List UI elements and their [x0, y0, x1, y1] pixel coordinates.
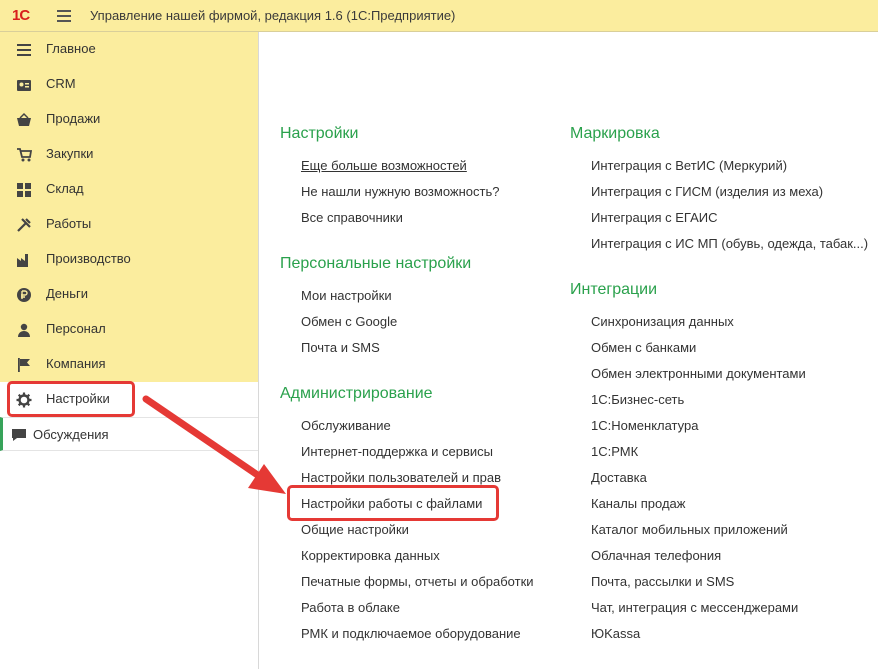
- sidebar-item-label: Деньги: [46, 286, 88, 301]
- link-mail-sms[interactable]: Почта и SMS: [301, 340, 380, 355]
- sidebar-item-works[interactable]: Работы: [0, 207, 258, 242]
- link-cloud-work[interactable]: Работа в облаке: [301, 600, 400, 615]
- title-bar: 1С Управление нашей фирмой, редакция 1.6…: [0, 0, 878, 32]
- link-more-features[interactable]: Еще больше возможностей: [301, 158, 467, 173]
- sidebar-item-production[interactable]: Производство: [0, 242, 258, 277]
- sidebar-item-sales[interactable]: Продажи: [0, 102, 258, 137]
- link-my-settings[interactable]: Мои настройки: [301, 288, 392, 303]
- sidebar-item-label: Производство: [46, 251, 131, 266]
- link-sales-channels[interactable]: Каналы продаж: [591, 496, 685, 511]
- sidebar-empty-area: [0, 451, 258, 669]
- sidebar-item-label: Персонал: [46, 321, 106, 336]
- link-yookassa[interactable]: ЮKassa: [591, 626, 640, 641]
- file-settings-highlight-box: [287, 485, 499, 521]
- link-egais[interactable]: Интеграция с ЕГАИС: [591, 210, 717, 225]
- link-is-mp[interactable]: Интеграция с ИС МП (обувь, одежда, табак…: [591, 236, 868, 251]
- link-business-network[interactable]: 1С:Бизнес-сеть: [591, 392, 684, 407]
- link-maintenance[interactable]: Обслуживание: [301, 418, 391, 433]
- link-delivery[interactable]: Доставка: [591, 470, 647, 485]
- main-menu-icon[interactable]: [57, 10, 71, 22]
- section-title-integrations: Интеграции: [570, 281, 658, 298]
- link-data-correction[interactable]: Корректировка данных: [301, 548, 440, 563]
- sidebar-item-crm[interactable]: CRM: [0, 67, 258, 102]
- sidebar-item-main[interactable]: Главное: [0, 32, 258, 67]
- sidebar-item-company[interactable]: Компания: [0, 347, 258, 382]
- link-rmk[interactable]: 1С:РМК: [591, 444, 638, 459]
- link-gism[interactable]: Интеграция с ГИСМ (изделия из меха): [591, 184, 823, 199]
- window-title: Управление нашей фирмой, редакция 1.6 (1…: [90, 8, 456, 23]
- section-title-settings: Настройки: [280, 125, 359, 142]
- sidebar-item-warehouse[interactable]: Склад: [0, 172, 258, 207]
- sidebar-item-money[interactable]: Деньги: [0, 277, 258, 312]
- link-print-forms[interactable]: Печатные формы, отчеты и обработки: [301, 574, 534, 589]
- basket-icon: [17, 112, 31, 126]
- link-data-sync[interactable]: Синхронизация данных: [591, 314, 734, 329]
- link-internet-support[interactable]: Интернет-поддержка и сервисы: [301, 444, 493, 459]
- section-title-personal-settings: Персональные настройки: [280, 255, 472, 272]
- link-user-rights[interactable]: Настройки пользователей и прав: [301, 470, 501, 485]
- sidebar-item-label: CRM: [46, 76, 76, 91]
- link-edi[interactable]: Обмен электронными документами: [591, 366, 806, 381]
- sidebar-item-label: Продажи: [46, 111, 101, 126]
- ruble-icon: [17, 288, 31, 302]
- link-feature-not-found[interactable]: Не нашли нужную возможность?: [301, 184, 499, 199]
- section-title-administration: Администрирование: [280, 385, 433, 402]
- tools-icon: [17, 218, 31, 232]
- link-bank-exchange[interactable]: Обмен с банками: [591, 340, 696, 355]
- sidebar-item-purchases[interactable]: Закупки: [0, 137, 258, 172]
- person-icon: [18, 323, 30, 337]
- link-cloud-telephony[interactable]: Облачная телефония: [591, 548, 721, 563]
- menu-icon: [17, 44, 31, 56]
- sidebar-item-label: Склад: [46, 181, 84, 196]
- link-google-exchange[interactable]: Обмен с Google: [301, 314, 397, 329]
- sidebar-item-label: Работы: [46, 216, 92, 231]
- settings-highlight-box: [7, 381, 135, 417]
- cart-icon: [17, 148, 32, 162]
- flag-icon: [18, 358, 30, 372]
- link-all-catalogs[interactable]: Все справочники: [301, 210, 403, 225]
- discussions-label: Обсуждения: [33, 427, 109, 442]
- link-nomenclature[interactable]: 1С:Номенклатура: [591, 418, 698, 433]
- sidebar-item-label: Компания: [46, 356, 106, 371]
- sidebar-item-label: Закупки: [46, 146, 94, 161]
- contacts-icon: [17, 80, 31, 91]
- discussions-button[interactable]: Обсуждения: [0, 417, 258, 451]
- link-pos-equipment[interactable]: РМК и подключаемое оборудование: [301, 626, 521, 641]
- sidebar-item-label: Главное: [46, 41, 96, 56]
- chat-icon: [12, 429, 26, 441]
- link-general-settings[interactable]: Общие настройки: [301, 522, 409, 537]
- warehouse-icon: [17, 183, 31, 197]
- app-logo: 1С: [12, 7, 30, 24]
- section-title-marking: Маркировка: [570, 125, 660, 142]
- link-mail-mailing[interactable]: Почта, рассылки и SMS: [591, 574, 734, 589]
- sidebar-item-personnel[interactable]: Персонал: [0, 312, 258, 347]
- link-chat-messengers[interactable]: Чат, интеграция с мессенджерами: [591, 600, 798, 615]
- link-vetis[interactable]: Интеграция с ВетИС (Меркурий): [591, 158, 787, 173]
- link-mobile-apps[interactable]: Каталог мобильных приложений: [591, 522, 788, 537]
- factory-icon: [17, 254, 28, 267]
